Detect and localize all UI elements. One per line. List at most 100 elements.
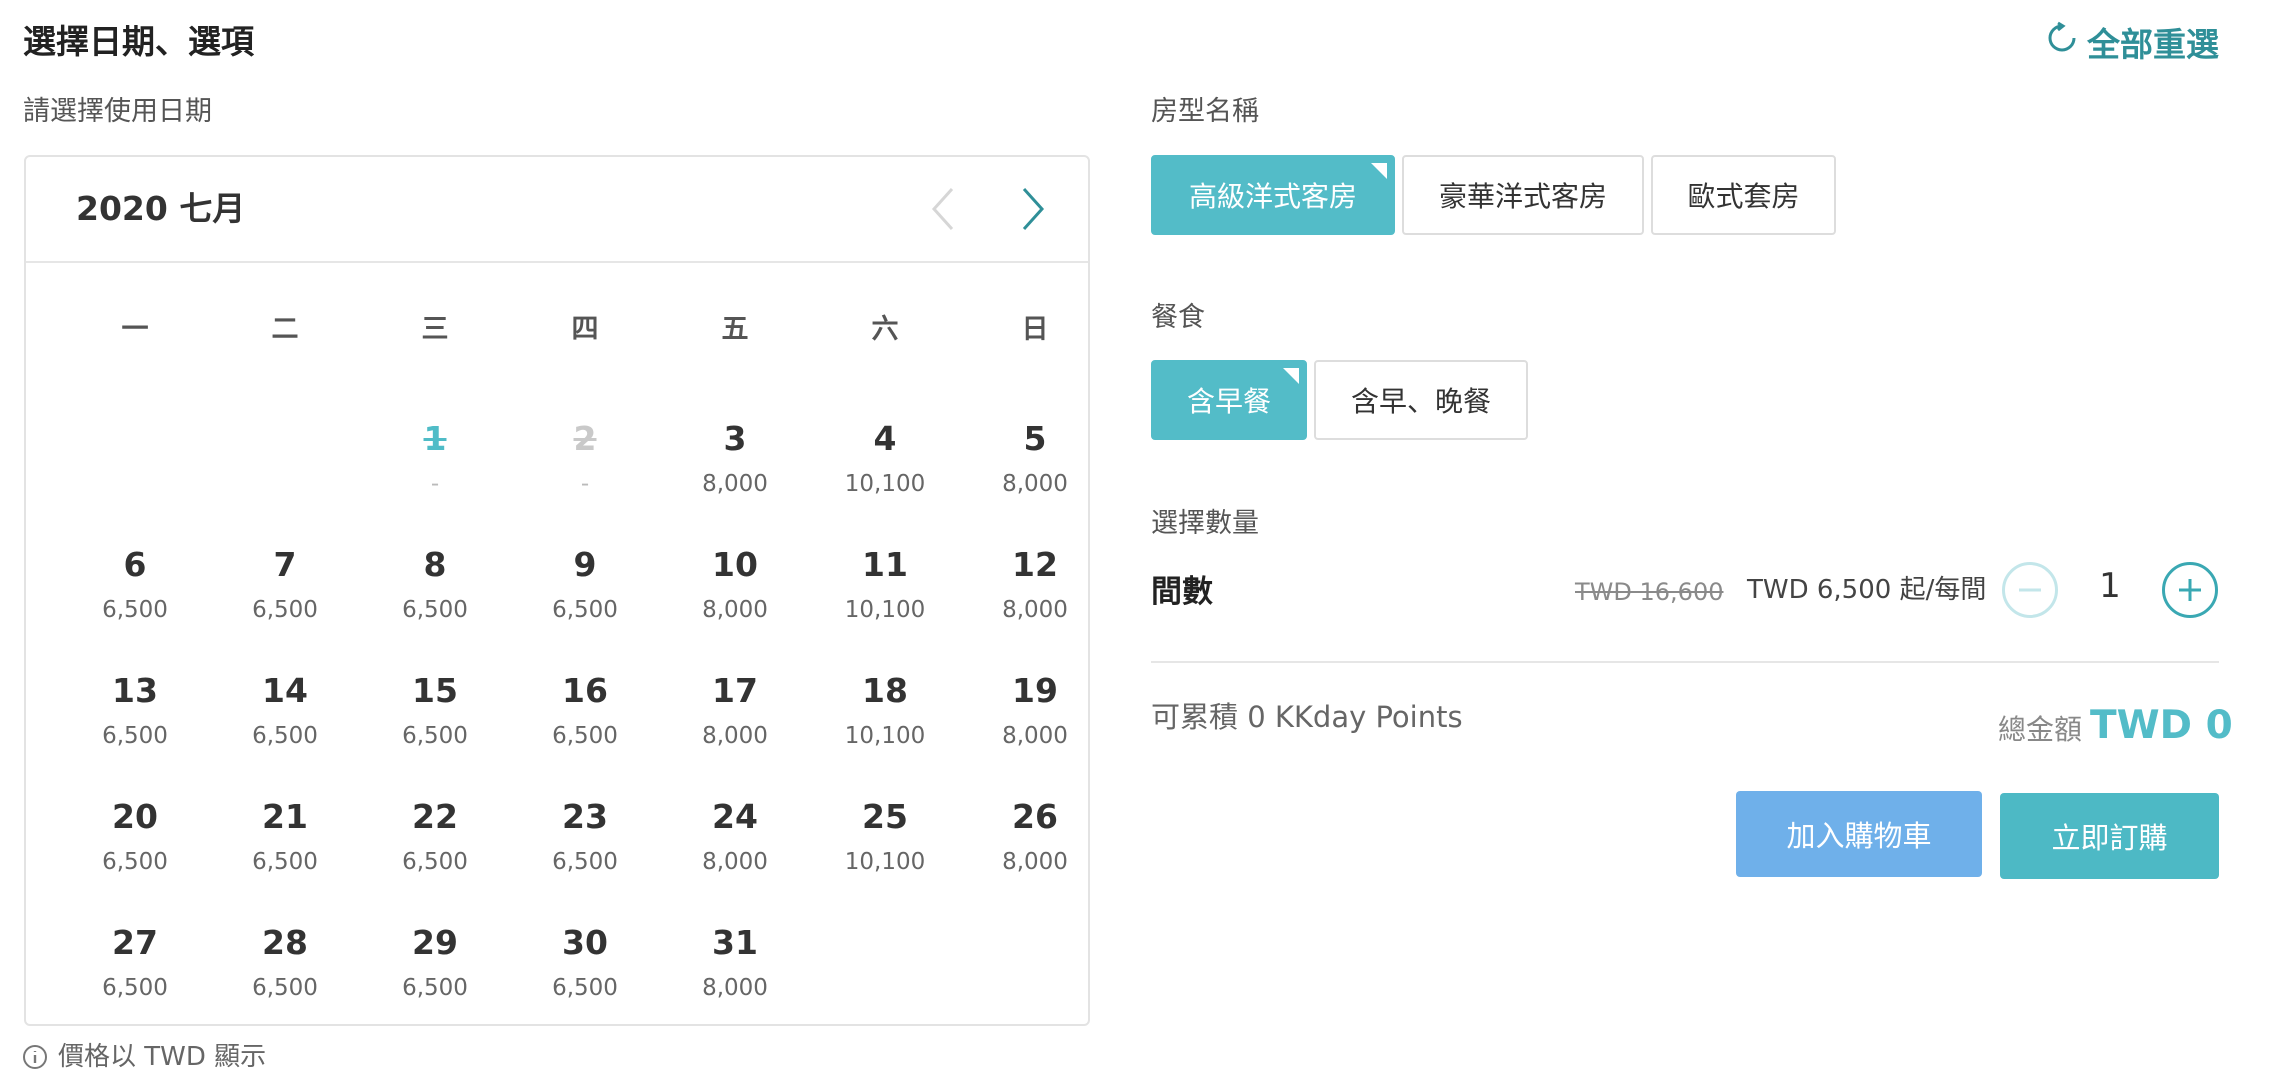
day-number: 21 <box>262 797 308 836</box>
currency-note: 價格以 TWD 顯示 <box>22 1040 266 1074</box>
calendar-day[interactable]: 11 10,100 <box>810 545 960 627</box>
day-number: 26 <box>1012 797 1058 836</box>
calendar-day[interactable]: 24 8,000 <box>660 797 810 879</box>
day-number: 18 <box>862 671 908 710</box>
next-month-button[interactable] <box>1006 182 1060 236</box>
calendar-day[interactable]: 9 6,500 <box>510 545 660 627</box>
calendar-day[interactable]: 16 6,500 <box>510 671 660 753</box>
day-price: 6,500 <box>402 723 468 749</box>
rooms-count-title: 間數 <box>1151 574 1213 610</box>
day-number: 27 <box>112 923 158 962</box>
day-price: 6,500 <box>552 723 618 749</box>
meal-option-breakfast-dinner[interactable]: 含早、晚餐 <box>1314 360 1528 440</box>
calendar-month-label: 2020 七月 <box>76 189 246 228</box>
day-number: 10 <box>712 545 758 584</box>
day-number: 28 <box>262 923 308 962</box>
day-price: 8,000 <box>1002 471 1068 497</box>
weekday-header: 四 <box>571 314 599 345</box>
weekday-header: 六 <box>871 314 899 345</box>
meal-label: 餐食 <box>1151 302 1205 333</box>
day-price: 8,000 <box>702 471 768 497</box>
room-option-suite[interactable]: 歐式套房 <box>1651 155 1836 235</box>
increase-quantity-button[interactable] <box>2162 562 2218 618</box>
day-number: 14 <box>262 671 308 710</box>
calendar-day[interactable]: 20 6,500 <box>60 797 210 879</box>
calendar-day[interactable]: 17 8,000 <box>660 671 810 753</box>
calendar-day[interactable]: 22 6,500 <box>360 797 510 879</box>
calendar-day[interactable]: 15 6,500 <box>360 671 510 753</box>
day-number: 3 <box>723 419 747 458</box>
calendar-day[interactable]: 8 6,500 <box>360 545 510 627</box>
weekday-header: 五 <box>721 314 749 345</box>
day-number: 15 <box>412 671 458 710</box>
calendar-day[interactable]: 12 8,000 <box>960 545 1110 627</box>
day-number: 4 <box>873 419 897 458</box>
day-price: 8,000 <box>702 849 768 875</box>
calendar-day[interactable]: 21 6,500 <box>210 797 360 879</box>
calendar-day[interactable]: 4 10,100 <box>810 419 960 501</box>
calendar-day[interactable]: 31 8,000 <box>660 923 810 1005</box>
day-number: 30 <box>562 923 608 962</box>
total-value: TWD 0 <box>2090 703 2233 748</box>
day-price: 10,100 <box>844 849 926 875</box>
day-number: 31 <box>712 923 758 962</box>
currency-note-text: 價格以 TWD 顯示 <box>58 1042 267 1072</box>
day-number: 29 <box>412 923 458 962</box>
meal-option-breakfast[interactable]: 含早餐 <box>1151 360 1307 440</box>
calendar-day[interactable]: 6 6,500 <box>60 545 210 627</box>
day-number: 6 <box>123 545 147 584</box>
calendar-day[interactable]: 27 6,500 <box>60 923 210 1005</box>
day-number: 12 <box>1012 545 1058 584</box>
calendar-day[interactable]: 29 6,500 <box>360 923 510 1005</box>
book-now-button[interactable]: 立即訂購 <box>2000 793 2219 879</box>
weekday-header: 三 <box>421 314 449 345</box>
decrease-quantity-button[interactable] <box>2002 562 2058 618</box>
day-price: 6,500 <box>552 849 618 875</box>
day-price: 6,500 <box>102 849 168 875</box>
add-to-cart-button[interactable]: 加入購物車 <box>1736 791 1982 877</box>
day-number: 5 <box>1023 419 1047 458</box>
room-option-superior[interactable]: 高級洋式客房 <box>1151 155 1395 235</box>
day-price: 6,500 <box>402 975 468 1001</box>
day-price: 6,500 <box>252 597 318 623</box>
quantity-label: 選擇數量 <box>1151 508 1259 539</box>
calendar-day[interactable]: 19 8,000 <box>960 671 1110 753</box>
total-label: 總金額 <box>1998 713 2083 746</box>
minus-icon <box>2019 588 2041 592</box>
weekday-header: 日 <box>1021 314 1049 345</box>
day-number: 9 <box>573 545 597 584</box>
calendar-day[interactable]: 28 6,500 <box>210 923 360 1005</box>
calendar-day[interactable]: 25 10,100 <box>810 797 960 879</box>
day-number: 1 <box>423 419 447 458</box>
day-price: - <box>430 471 440 497</box>
chevron-right-icon <box>1022 187 1045 231</box>
quantity-value[interactable]: 1 <box>2090 564 2130 608</box>
day-number: 17 <box>712 671 758 710</box>
calendar-day[interactable]: 26 8,000 <box>960 797 1110 879</box>
calendar-day[interactable]: 18 10,100 <box>810 671 960 753</box>
calendar-day[interactable]: 14 6,500 <box>210 671 360 753</box>
calendar-day[interactable]: 3 8,000 <box>660 419 810 501</box>
day-number: 24 <box>712 797 758 836</box>
calendar-day[interactable]: 23 6,500 <box>510 797 660 879</box>
day-price: 10,100 <box>844 471 926 497</box>
date-section-label: 請選擇使用日期 <box>23 96 212 127</box>
day-number: 11 <box>862 545 908 584</box>
prev-month-button[interactable] <box>916 182 970 236</box>
room-type-label: 房型名稱 <box>1151 96 1259 127</box>
day-price: 8,000 <box>1002 849 1068 875</box>
calendar-header: 2020 七月 <box>26 157 1088 263</box>
room-option-deluxe[interactable]: 豪華洋式客房 <box>1402 155 1644 235</box>
day-price: 6,500 <box>252 975 318 1001</box>
unit-price: TWD 6,500 起/每間 <box>1747 575 1987 605</box>
reset-all-button[interactable]: 全部重選 <box>2045 18 2219 66</box>
weekday-header: 二 <box>271 314 299 345</box>
original-price: TWD 16,600 <box>1575 578 1724 606</box>
calendar-day[interactable]: 30 6,500 <box>510 923 660 1005</box>
calendar-day[interactable]: 7 6,500 <box>210 545 360 627</box>
calendar-day[interactable]: 13 6,500 <box>60 671 210 753</box>
reset-all-label: 全部重選 <box>2087 25 2219 64</box>
calendar-day[interactable]: 10 8,000 <box>660 545 810 627</box>
calendar-day[interactable]: 5 8,000 <box>960 419 1110 501</box>
calendar-day[interactable]: 1- <box>360 419 510 501</box>
